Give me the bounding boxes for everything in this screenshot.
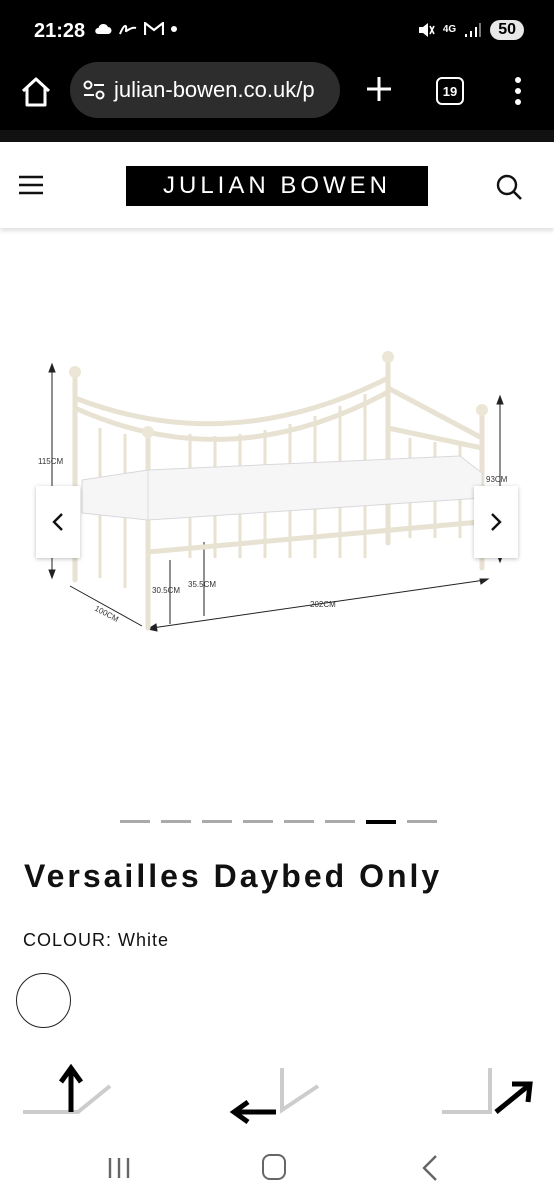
gallery-next-button[interactable] [474,486,518,558]
more-menu-icon[interactable] [508,74,528,108]
hamburger-menu-icon[interactable] [18,174,44,196]
dot-icon [171,26,177,32]
colour-label: COLOUR: [23,930,113,950]
signal-icon [465,23,482,37]
gallery-dot-active[interactable] [366,820,396,824]
colour-value: White [118,930,170,950]
status-time: 21:28 [34,20,86,42]
tab-switcher-button[interactable]: 19 [436,77,464,105]
dimension-clearance-low: 30.5CM [152,586,180,595]
notification-icons [94,22,178,36]
gallery-pagination [120,820,437,824]
mute-icon [418,23,435,37]
battery-level: 50 [490,20,524,40]
gallery-dot[interactable] [120,820,150,823]
status-bar: 21:28 4G 50 [0,0,554,62]
url-text[interactable]: julian-bowen.co.uk/p [114,77,315,103]
gallery-dot[interactable] [407,820,437,823]
gallery-dot[interactable] [325,820,355,823]
gmail-icon [144,22,164,35]
system-nav-bar [0,1136,554,1200]
mattress [81,455,483,521]
colour-selection: COLOUR: White [23,930,169,951]
site-settings-icon[interactable] [82,79,106,101]
home-icon[interactable] [18,74,54,110]
dimension-length: 202CM [310,600,336,609]
toolbar-divider [0,130,554,142]
dimension-clearance-high: 35.5CM [188,580,216,589]
back-icon[interactable] [420,1154,440,1182]
product-title: Versailles Daybed Only [24,858,443,894]
address-bar[interactable]: julian-bowen.co.uk/p [70,62,340,118]
gallery-dot[interactable] [243,820,273,823]
swipe-left-gesture-icon [229,1068,320,1125]
signature-icon [119,24,137,35]
product-gallery: 115CM 93CM 100CM 202CM 30.5CM 35.5CM [0,228,554,808]
browser-toolbar: julian-bowen.co.uk/p 19 [0,62,554,142]
recent-apps-icon[interactable] [106,1156,132,1180]
colour-swatch-white[interactable] [16,973,71,1028]
swipe-up-gesture-icon [23,1063,112,1114]
site-header: JULIAN BOWEN [0,144,554,228]
dimension-total-height: 115CM [38,457,64,466]
chevron-left-icon [52,513,63,531]
gallery-dot[interactable] [161,820,191,823]
network-type: 4G [442,24,457,35]
dimension-end-height: 93CM [486,475,508,484]
new-tab-icon[interactable] [362,72,396,106]
gallery-prev-button[interactable] [36,486,80,558]
product-image[interactable]: 115CM 93CM 100CM 202CM 30.5CM 35.5CM [30,348,530,648]
swipe-diagonal-gesture-icon [442,1068,533,1114]
cloud-icon [95,23,112,34]
site-logo[interactable]: JULIAN BOWEN [126,166,428,206]
home-nav-icon[interactable] [262,1154,286,1180]
gallery-dot[interactable] [284,820,314,823]
system-icons: 4G 50 [417,20,524,40]
chevron-right-icon [491,513,502,531]
gallery-dot[interactable] [202,820,232,823]
search-icon[interactable] [494,172,524,202]
